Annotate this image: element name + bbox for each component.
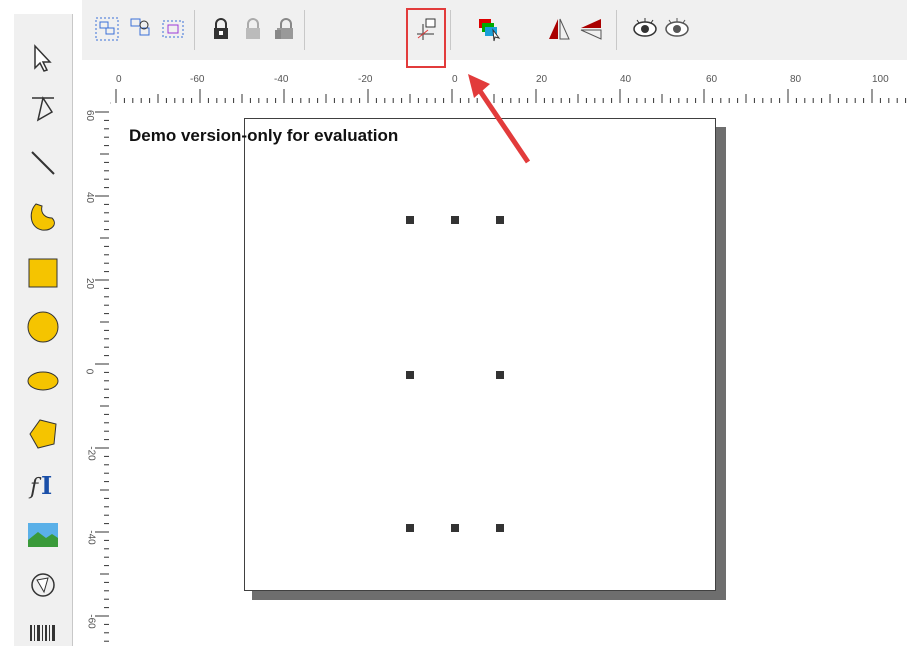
line-tool-icon[interactable]: [18, 140, 68, 186]
ruler-label: 80: [790, 74, 802, 85]
label-page[interactable]: [244, 118, 716, 591]
selection-handle[interactable]: [406, 524, 414, 532]
image-tool-icon[interactable]: [18, 512, 68, 558]
lock-all-icon[interactable]: [270, 14, 300, 44]
demo-notice: Demo version-only for evaluation: [129, 126, 399, 145]
toolbar-separator: [450, 10, 451, 50]
toolbar-separator: [194, 10, 195, 50]
ruler-label: 0: [116, 74, 122, 85]
hide-icon[interactable]: [662, 14, 692, 44]
node-edit-tool-icon[interactable]: [18, 86, 68, 132]
lock-icon[interactable]: [206, 14, 236, 44]
polygon-tool-icon[interactable]: [18, 410, 68, 456]
annotation-arrow: [468, 74, 531, 164]
rectangle-tool-icon[interactable]: [18, 250, 68, 296]
selection-handle[interactable]: [451, 216, 459, 224]
selection-handle[interactable]: [406, 216, 414, 224]
selection-handle[interactable]: [451, 524, 459, 532]
ruler-label: -40: [274, 74, 289, 85]
toolbar-separator: [616, 10, 617, 50]
toolbox: fI: [14, 14, 73, 646]
select-tool-icon[interactable]: [18, 36, 68, 82]
rotate-tool-icon[interactable]: [18, 562, 68, 608]
ruler-label: 40: [84, 191, 96, 204]
vertical-ruler: 60 40 20 0 -20 -40 -60: [82, 102, 111, 646]
layers-icon[interactable]: [474, 14, 504, 44]
ruler-label: 100: [872, 74, 889, 85]
ruler-label: 20: [84, 277, 96, 290]
toolbar-separator: [304, 10, 305, 50]
freehand-tool-icon[interactable]: [18, 194, 68, 240]
barcode-tool-icon[interactable]: [18, 612, 68, 658]
selection-handle[interactable]: [406, 371, 414, 379]
selection-handle[interactable]: [496, 524, 504, 532]
circle-tool-icon[interactable]: [18, 304, 68, 350]
ruler-label: -60: [190, 74, 205, 85]
ruler-label: -60: [85, 614, 97, 629]
ellipse-tool-icon[interactable]: [18, 358, 68, 404]
ruler-label: -40: [85, 530, 97, 545]
ruler-label: -20: [85, 446, 97, 461]
ruler-label: 0: [452, 74, 458, 85]
svg-text:f: f: [28, 475, 42, 500]
selection-handle[interactable]: [496, 216, 504, 224]
set-origin-highlight: [406, 8, 446, 68]
main-toolbar: [82, 0, 907, 60]
group-objects-icon[interactable]: [92, 14, 122, 44]
ruler-label: -20: [358, 74, 373, 85]
ruler-label: 60: [706, 74, 718, 85]
lock-disabled-icon[interactable]: [238, 14, 268, 44]
text-tool-icon[interactable]: fI: [18, 460, 68, 506]
ruler-label: 40: [620, 74, 632, 85]
mirror-vertical-icon[interactable]: [576, 14, 606, 44]
svg-text:I: I: [41, 471, 52, 500]
ruler-label: 0: [83, 368, 95, 375]
selection-handle[interactable]: [496, 371, 504, 379]
ungroup-objects-icon[interactable]: [126, 14, 156, 44]
mirror-horizontal-icon[interactable]: [544, 14, 574, 44]
select-group-icon[interactable]: [158, 14, 188, 44]
ruler-label: 60: [84, 109, 96, 122]
show-all-icon[interactable]: [630, 14, 660, 44]
